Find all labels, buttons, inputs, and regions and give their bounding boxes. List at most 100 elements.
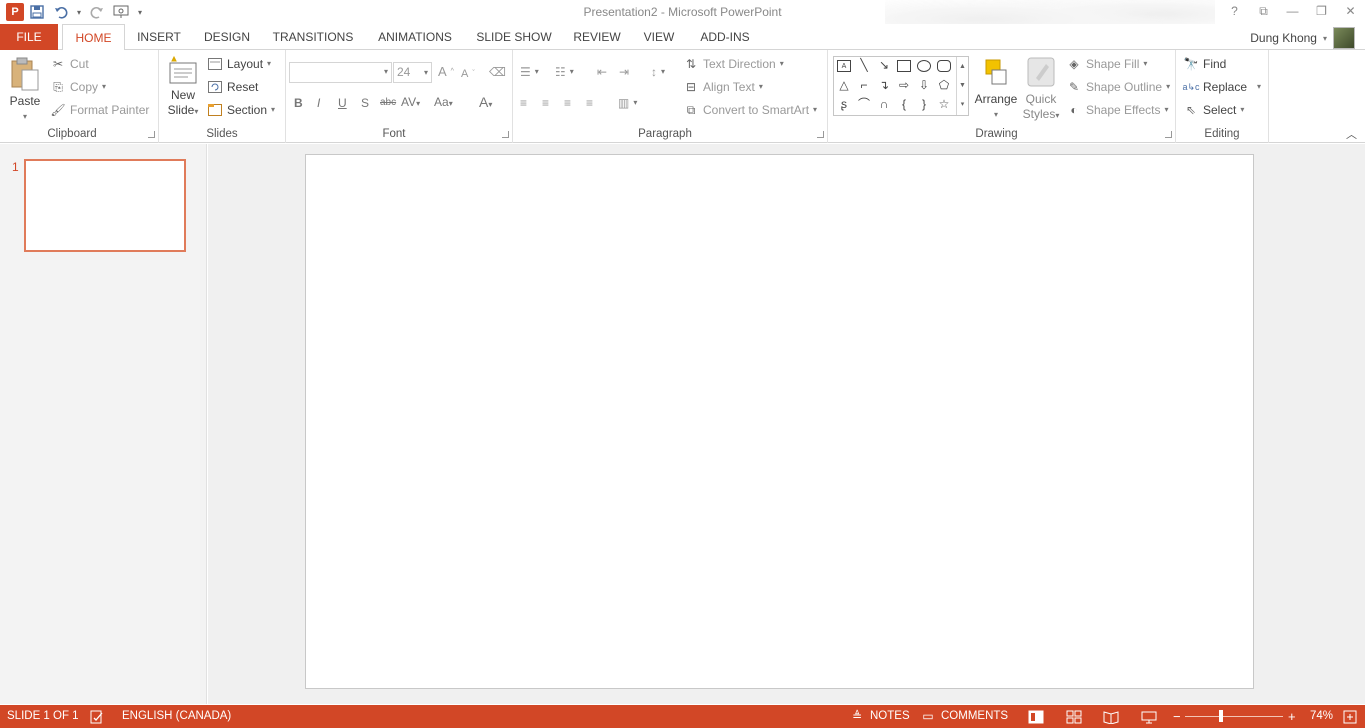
curved-connector-shape-icon[interactable]: ʂ [837, 98, 851, 110]
justify-icon[interactable]: ≡ [586, 93, 593, 113]
oval-shape-icon[interactable] [917, 60, 931, 72]
zoom-slider-track[interactable] [1185, 716, 1283, 717]
copy-button[interactable]: ⎘ Copy ▾ [50, 77, 106, 97]
shrink-font-button[interactable]: Aˇ [461, 64, 475, 84]
zoom-in-button[interactable]: + [1288, 705, 1296, 728]
reading-view-icon[interactable] [1103, 705, 1119, 728]
fit-slide-icon[interactable] [1343, 705, 1357, 728]
rounded-rectangle-shape-icon[interactable] [937, 60, 951, 72]
font-size-combobox[interactable]: 24 ▾ [393, 62, 432, 83]
character-spacing-button[interactable]: AV▾ [401, 95, 420, 109]
font-dialog-launcher-icon[interactable] [502, 131, 509, 138]
shapes-gallery[interactable]: A ╲ ↘ △ ⌐ ↴ ⇨ ⇩ ⬠ ʂ ⌒ ∩ { } ☆ ▲ ▼ ▾ [833, 56, 969, 116]
collapse-ribbon-icon[interactable]: ︿ [1346, 126, 1357, 142]
format-painter-button[interactable]: 🖌 Format Painter [50, 100, 149, 120]
shape-fill-button[interactable]: ◈ Shape Fill ▾ [1066, 54, 1147, 74]
layout-button[interactable]: Layout ▾ [207, 54, 271, 74]
bold-button[interactable]: B [294, 96, 303, 110]
ribbon-display-options-icon[interactable]: ⧉ [1249, 0, 1278, 22]
shape-outline-button[interactable]: ✎ Shape Outline ▾ [1066, 77, 1170, 97]
left-brace-shape-icon[interactable]: { [897, 98, 911, 110]
triangle-shape-icon[interactable]: △ [837, 79, 851, 91]
new-slide-button[interactable]: New Slide▾ [164, 54, 202, 119]
elbow-connector-shape-icon[interactable]: ⌐ [857, 79, 871, 91]
paragraph-dialog-launcher-icon[interactable] [817, 131, 824, 138]
change-case-button[interactable]: Aa▾ [434, 95, 453, 109]
cut-button[interactable]: ✂ Cut [50, 54, 89, 74]
notes-button[interactable]: ≜ NOTES [849, 705, 910, 728]
maximize-button[interactable]: ❐ [1307, 0, 1336, 22]
minimize-button[interactable]: — [1278, 0, 1307, 22]
elbow-arrow-shape-icon[interactable]: ↴ [877, 79, 891, 91]
tab-slide-show[interactable]: SLIDE SHOW [472, 24, 556, 50]
gallery-scroll-up-icon[interactable]: ▲ [957, 57, 968, 76]
star-shape-icon[interactable]: ☆ [937, 98, 951, 110]
language-status[interactable]: ENGLISH (CANADA) [122, 705, 231, 728]
increase-indent-icon[interactable]: ⇥ [619, 62, 629, 82]
zoom-slider-handle[interactable] [1219, 710, 1223, 722]
line-spacing-icon[interactable]: ↕ ▾ [651, 62, 665, 82]
tab-file[interactable]: FILE [0, 24, 58, 50]
zoom-out-button[interactable]: − [1173, 705, 1181, 728]
rectangle-shape-icon[interactable] [897, 60, 911, 72]
decrease-indent-icon[interactable]: ⇤ [597, 62, 607, 82]
tab-design[interactable]: DESIGN [199, 24, 255, 50]
slide-show-view-icon[interactable] [1141, 705, 1157, 728]
align-center-icon[interactable]: ≡ [542, 93, 549, 113]
right-brace-shape-icon[interactable]: } [917, 98, 931, 110]
slide-sorter-view-icon[interactable] [1066, 705, 1082, 728]
numbering-icon[interactable]: ☷ ▾ [555, 62, 574, 82]
help-icon[interactable]: ? [1220, 0, 1249, 22]
tab-animations[interactable]: ANIMATIONS [371, 24, 459, 50]
tab-add-ins[interactable]: ADD-INS [693, 24, 757, 50]
tab-insert[interactable]: INSERT [132, 24, 186, 50]
bullets-icon[interactable]: ☰ ▾ [520, 62, 539, 82]
tab-view[interactable]: VIEW [638, 24, 680, 50]
drawing-dialog-launcher-icon[interactable] [1165, 131, 1172, 138]
tab-home[interactable]: HOME [62, 24, 125, 51]
close-button[interactable]: ✕ [1336, 0, 1365, 22]
arc-shape-icon[interactable]: ⌒ [857, 98, 871, 110]
arrange-button[interactable]: Arrange ▾ [972, 54, 1020, 122]
comments-button[interactable]: ▭ COMMENTS [920, 705, 1008, 728]
arrow-line-shape-icon[interactable]: ↘ [877, 59, 891, 71]
italic-button[interactable]: I [317, 96, 320, 110]
spelling-check-icon[interactable] [90, 705, 104, 728]
line-shape-icon[interactable]: ╲ [857, 59, 871, 71]
convert-smartart-button[interactable]: ⧉ Convert to SmartArt ▾ [683, 100, 817, 120]
align-right-icon[interactable]: ≡ [564, 93, 571, 113]
paste-button[interactable]: Paste ▾ [6, 54, 44, 124]
shapes-gallery-scroll[interactable]: ▲ ▼ ▾ [956, 57, 968, 115]
align-text-button[interactable]: ⊟ Align Text ▾ [683, 77, 763, 97]
reset-button[interactable]: Reset [207, 77, 258, 97]
section-button[interactable]: Section ▾ [207, 100, 275, 120]
select-button[interactable]: ⇖ Select ▾ [1183, 100, 1244, 120]
right-arrow-shape-icon[interactable]: ⇨ [897, 79, 911, 91]
find-button[interactable]: 🔭 Find [1183, 54, 1227, 74]
shape-effects-button[interactable]: ◐ Shape Effects ▾ [1066, 100, 1168, 120]
normal-view-icon[interactable] [1028, 705, 1044, 728]
font-color-button[interactable]: A▾ [479, 94, 492, 110]
slide-canvas[interactable] [305, 154, 1254, 689]
text-shadow-button[interactable]: S [361, 96, 369, 110]
font-name-combobox[interactable]: ▾ [289, 62, 392, 83]
zoom-level[interactable]: 74% [1310, 705, 1333, 728]
clipboard-dialog-launcher-icon[interactable] [148, 131, 155, 138]
slide-thumbnail[interactable] [24, 159, 186, 252]
text-direction-button[interactable]: ⇅ Text Direction ▾ [683, 54, 784, 74]
strikethrough-button[interactable]: abc [380, 97, 396, 108]
text-box-shape-icon[interactable]: A [837, 60, 851, 72]
down-arrow-shape-icon[interactable]: ⇩ [917, 79, 931, 91]
columns-icon[interactable]: ▥ ▾ [618, 93, 637, 113]
user-account[interactable]: Dung Khong ▾ [1250, 27, 1355, 49]
underline-button[interactable]: U [338, 96, 347, 110]
align-left-icon[interactable]: ≡ [520, 93, 527, 113]
gallery-more-icon[interactable]: ▾ [957, 95, 968, 114]
curve-shape-icon[interactable]: ∩ [877, 98, 891, 110]
freeform-shape-icon[interactable]: ⬠ [937, 79, 951, 91]
tab-review[interactable]: REVIEW [569, 24, 625, 50]
quick-styles-button[interactable]: Quick Styles▾ [1020, 54, 1062, 123]
replace-button[interactable]: a↳c Replace ▾ [1182, 77, 1261, 97]
clear-formatting-icon[interactable]: ⌫ [489, 62, 506, 82]
gallery-scroll-down-icon[interactable]: ▼ [957, 76, 968, 95]
